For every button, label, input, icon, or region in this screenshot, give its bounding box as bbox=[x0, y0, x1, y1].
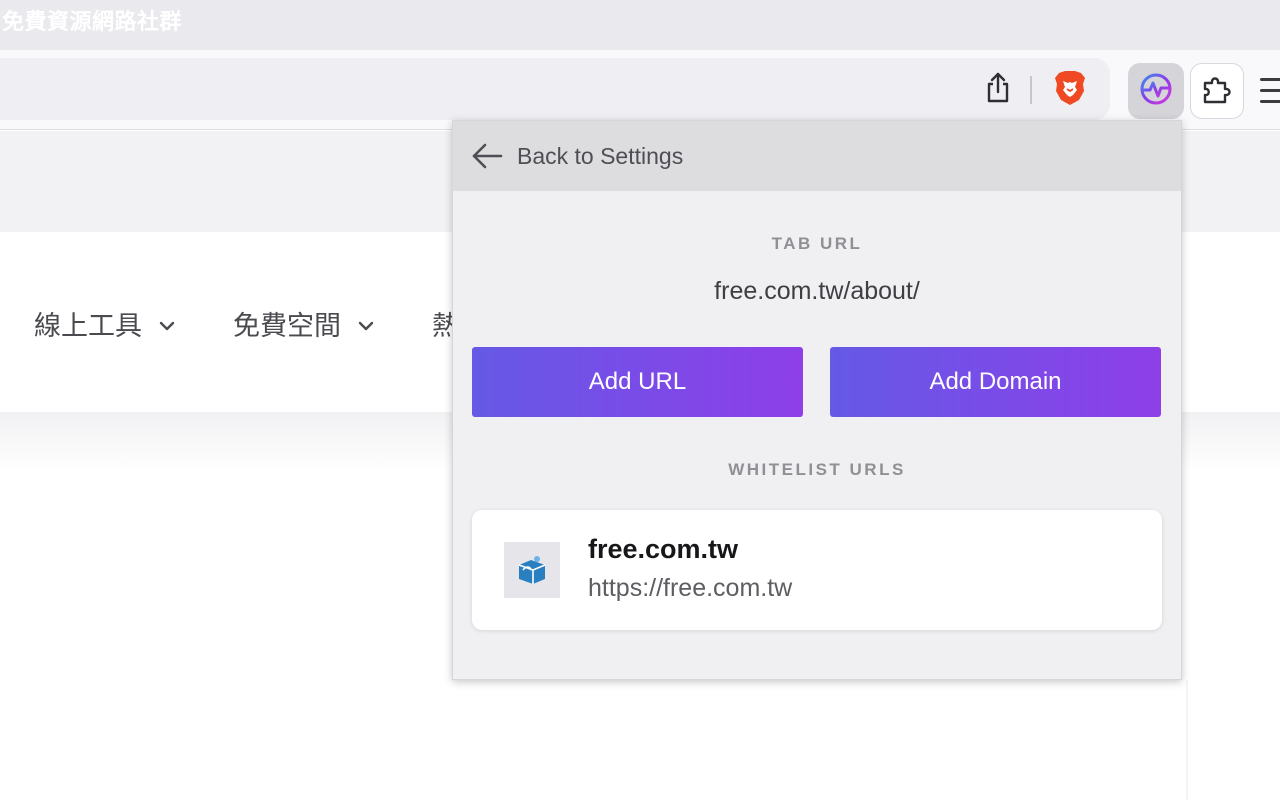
whitelist-item-url: https://free.com.tw bbox=[588, 574, 793, 602]
back-to-settings-button[interactable]: Back to Settings bbox=[453, 121, 1181, 191]
tab-url-heading: TAB URL bbox=[771, 234, 863, 253]
browser-toolbar bbox=[0, 50, 1280, 130]
chevron-down-icon bbox=[357, 308, 375, 339]
brave-shields-icon bbox=[1053, 69, 1087, 112]
whitelist-item-domain: free.com.tw bbox=[588, 534, 739, 564]
tab-strip: 免費資源網路社群 bbox=[0, 0, 1280, 50]
extension-button-active[interactable] bbox=[1128, 63, 1184, 119]
chevron-down-icon bbox=[158, 308, 176, 339]
nav-item-label: 免費空間 bbox=[233, 311, 341, 342]
hamburger-menu-icon bbox=[1260, 78, 1280, 81]
arrow-left-icon bbox=[471, 140, 503, 172]
brave-shields-button[interactable] bbox=[1050, 70, 1090, 110]
nav-item-online-tools[interactable]: 線上工具 bbox=[34, 304, 176, 343]
extension-popup: Back to Settings TAB URL free.com.tw/abo… bbox=[452, 120, 1182, 680]
address-bar[interactable] bbox=[0, 58, 1110, 120]
share-icon bbox=[985, 72, 1011, 109]
tab-title[interactable]: 免費資源網路社群 bbox=[2, 4, 182, 36]
app-menu-button[interactable] bbox=[1254, 72, 1280, 110]
hamburger-menu-icon-bar bbox=[1260, 100, 1280, 103]
whitelist-item[interactable]: free.com.tw https://free.com.tw bbox=[472, 510, 1162, 630]
whitelist-heading: WHITELIST URLS bbox=[728, 460, 906, 479]
toolbar-divider bbox=[1030, 76, 1032, 104]
back-to-settings-label: Back to Settings bbox=[517, 142, 684, 169]
nav-item-free-hosting[interactable]: 免費空間 bbox=[233, 304, 375, 343]
share-button[interactable] bbox=[980, 70, 1016, 110]
puzzle-icon bbox=[1200, 72, 1234, 111]
tab-url-value: free.com.tw/about/ bbox=[714, 277, 920, 305]
nav-item-label: 線上工具 bbox=[34, 311, 142, 342]
add-url-button[interactable]: Add URL bbox=[472, 347, 803, 417]
site-favicon-icon bbox=[504, 542, 560, 598]
page-edge-line bbox=[1186, 680, 1188, 800]
add-domain-button[interactable]: Add Domain bbox=[830, 347, 1161, 417]
extension-pulse-icon bbox=[1139, 72, 1173, 111]
extensions-button[interactable] bbox=[1190, 63, 1244, 119]
hamburger-menu-icon-bar bbox=[1260, 89, 1280, 92]
